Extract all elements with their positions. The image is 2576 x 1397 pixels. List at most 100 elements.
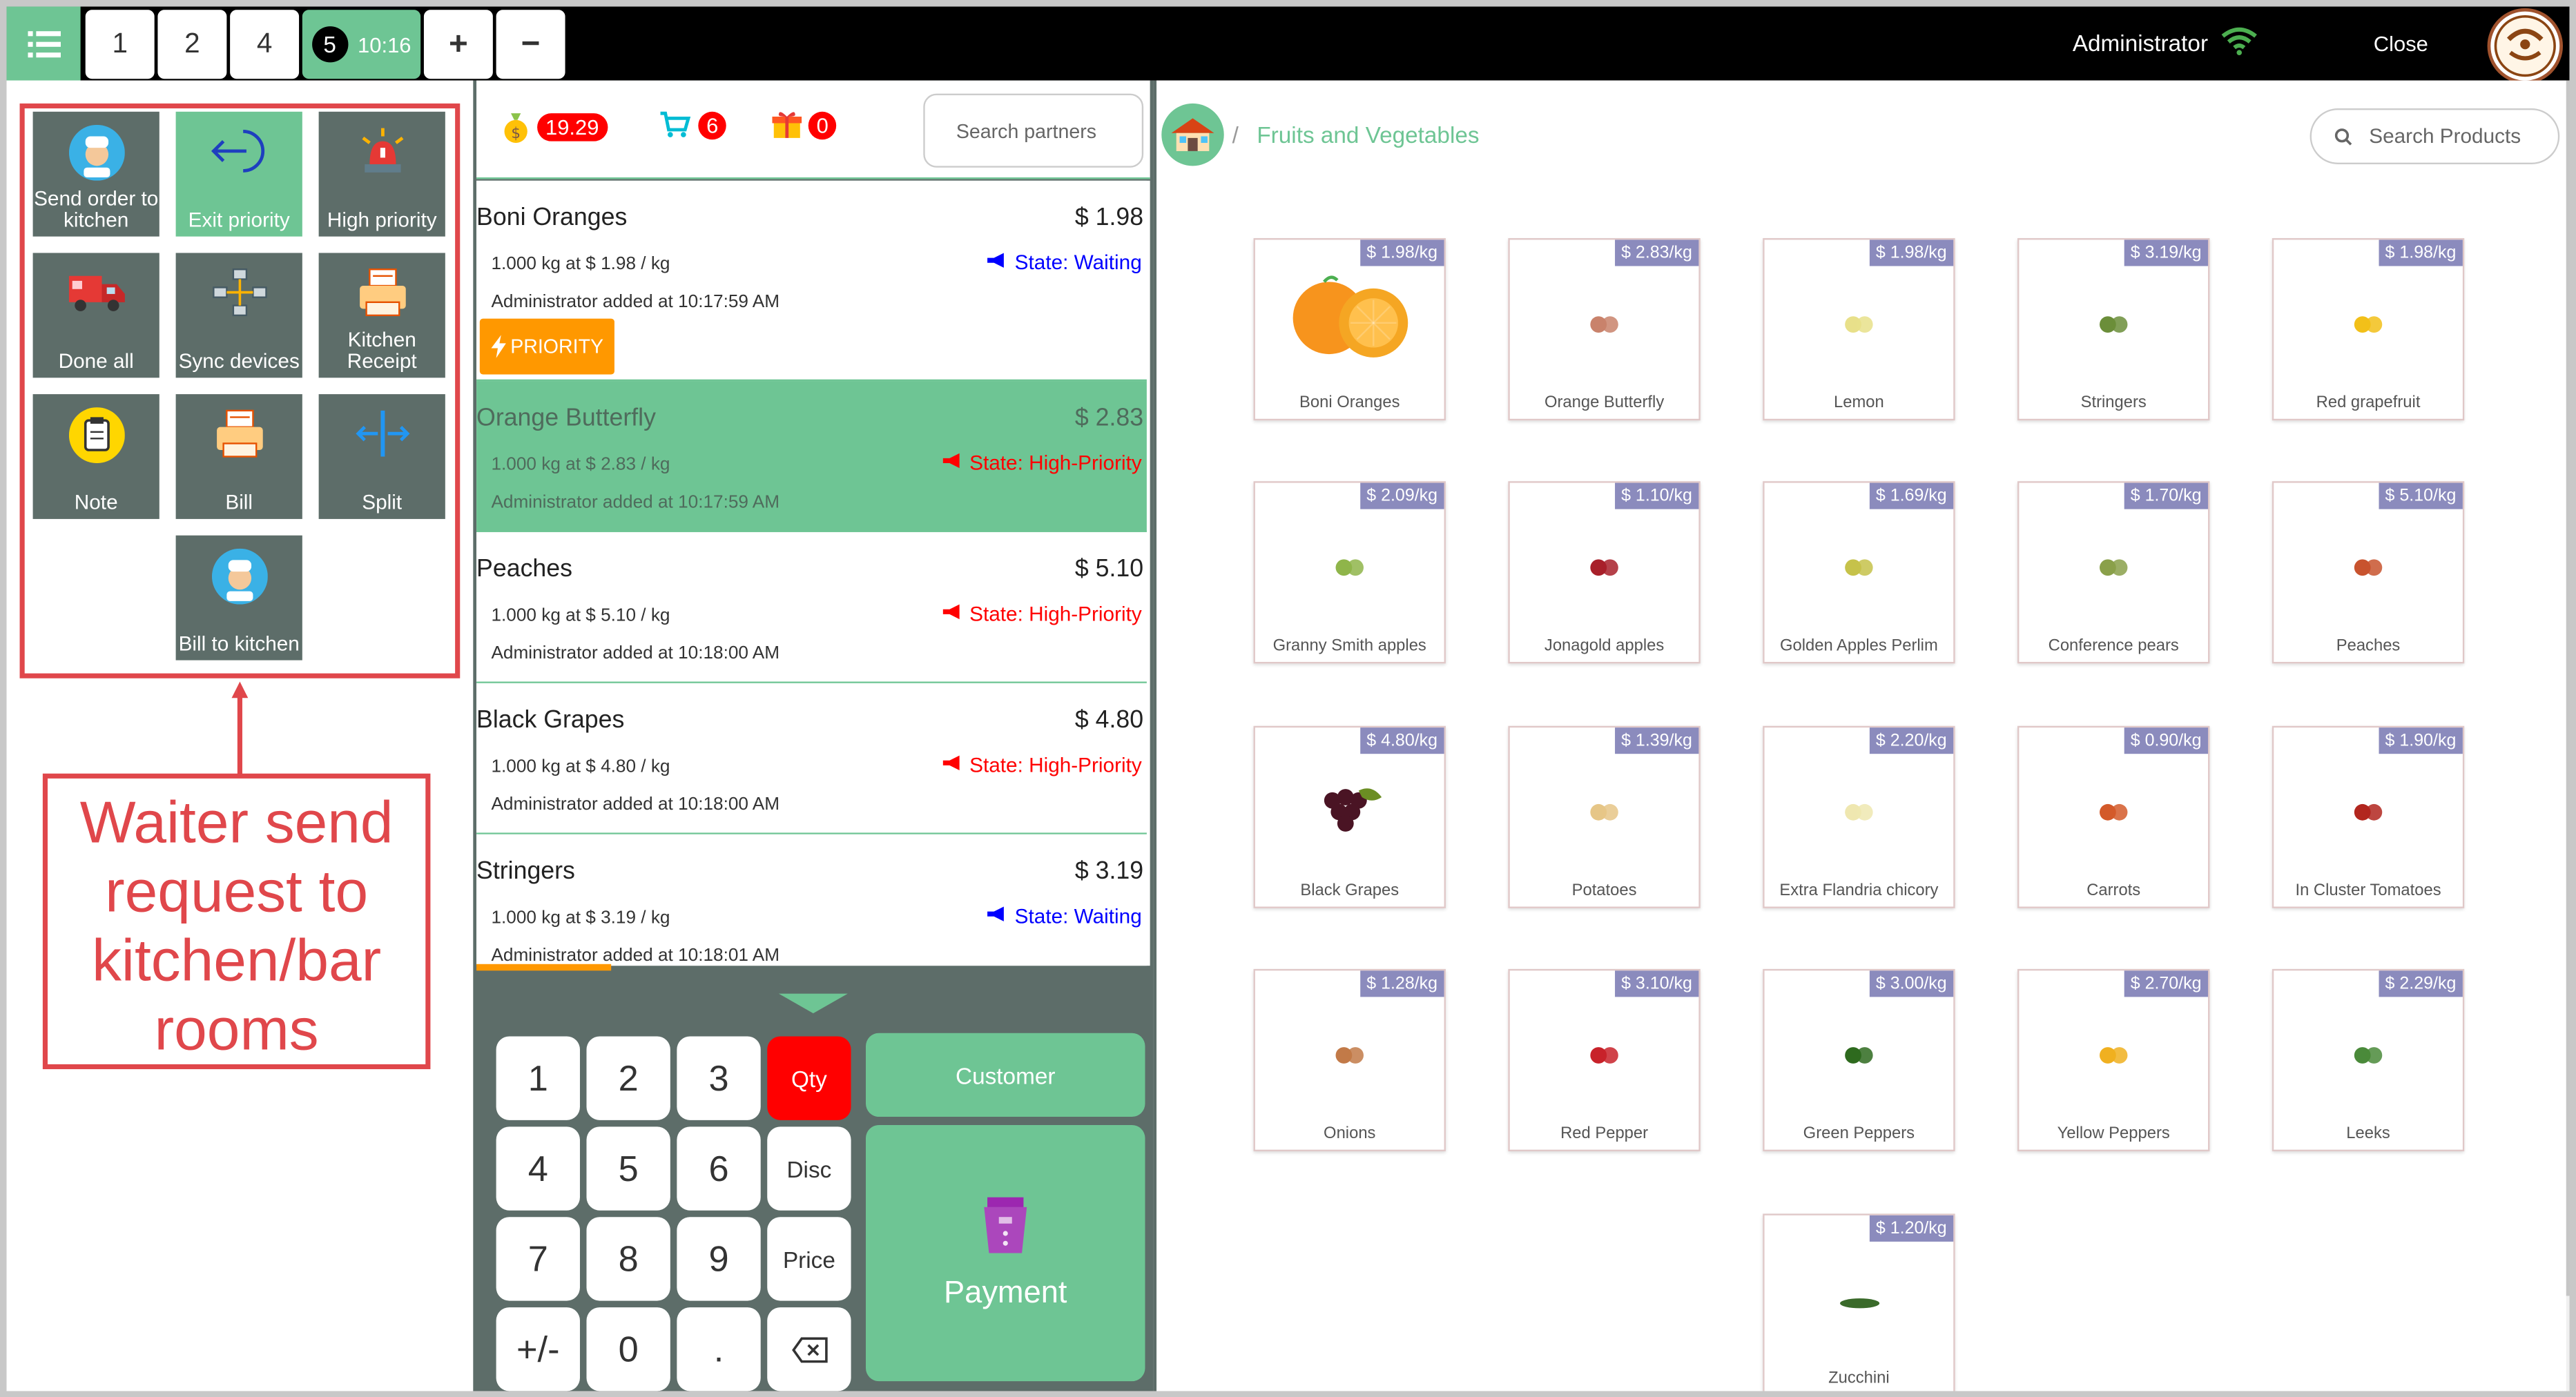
product-image — [1841, 1043, 1877, 1073]
numpad-key-3[interactable]: 3 — [677, 1036, 761, 1120]
kitchen-receipt-button[interactable]: Kitchen Receipt — [318, 253, 445, 378]
search-products-input[interactable]: Search Products — [2309, 108, 2560, 164]
product-price-tag: $ 1.90/kg — [2379, 727, 2463, 754]
numpad-sign-toggle[interactable]: +/- — [496, 1307, 580, 1391]
control-label: Send order to kitchen — [34, 187, 159, 232]
menu-button[interactable] — [6, 6, 81, 81]
product-card[interactable]: $ 1.90/kg In Cluster Tomatoes — [2272, 725, 2465, 908]
order-line[interactable]: Boni Oranges $ 1.98 1.000 kg at $ 1.98 /… — [476, 180, 1147, 382]
numpad-key-5[interactable]: 5 — [586, 1126, 670, 1211]
order-tab-1[interactable]: 1 — [85, 10, 155, 79]
split-button[interactable]: Split — [318, 394, 445, 519]
done-all-button[interactable]: Done all — [32, 253, 159, 378]
product-card[interactable]: $ 1.70/kg Conference pears — [2017, 481, 2210, 664]
product-card[interactable]: $ 2.70/kg Yellow Peppers — [2017, 968, 2210, 1152]
sync-devices-button[interactable]: Sync devices — [175, 253, 302, 378]
send-order-to-kitchen-button[interactable]: Send order to kitchen — [32, 111, 159, 237]
product-card[interactable]: $ 2.09/kg Granny Smith apples — [1253, 481, 1446, 664]
line-quantity: 1.000 kg at $ 2.83 / kg — [491, 455, 670, 475]
line-quantity: 1.000 kg at $ 5.10 / kg — [491, 606, 670, 626]
line-added-by: Administrator added at 10:18:00 AM — [491, 643, 780, 664]
list-menu-icon — [27, 30, 60, 57]
numpad-disc-mode[interactable]: Disc — [767, 1126, 851, 1211]
product-price-tag: $ 3.19/kg — [2124, 240, 2209, 266]
megaphone-icon — [987, 253, 1005, 268]
order-tab-label: 2 — [184, 28, 200, 59]
product-image — [1586, 312, 1622, 342]
exit-priority-button[interactable]: Exit priority — [175, 111, 302, 237]
breadcrumb-category[interactable]: Fruits and Vegetables — [1257, 121, 1479, 148]
product-price-tag: $ 1.69/kg — [1869, 482, 1954, 509]
product-name: Granny Smith apples — [1272, 637, 1426, 656]
bill-button[interactable]: Bill — [175, 394, 302, 519]
product-card[interactable]: $ 1.20/kg Zucchini — [1763, 1213, 1955, 1396]
product-card[interactable]: $ 3.00/kg Green Peppers — [1763, 968, 1955, 1152]
order-total-stat: $ 19.29 — [501, 110, 608, 144]
collapse-arrow-icon[interactable] — [778, 993, 848, 1014]
product-card[interactable]: $ 1.39/kg Potatoes — [1508, 725, 1701, 908]
numpad-key-2[interactable]: 2 — [586, 1036, 670, 1120]
order-tab-2[interactable]: 2 — [157, 10, 227, 79]
product-card[interactable]: $ 1.69/kg Golden Apples Perlim — [1763, 481, 1955, 664]
product-card[interactable]: $ 3.19/kg Stringers — [2017, 238, 2210, 421]
product-image — [1586, 555, 1622, 585]
numpad-backspace[interactable] — [767, 1307, 851, 1391]
product-card[interactable]: $ 2.83/kg Orange Butterfly — [1508, 238, 1701, 421]
priority-button[interactable]: PRIORITY — [479, 318, 614, 375]
product-price-tag: $ 2.20/kg — [1869, 727, 1954, 754]
bill-to-kitchen-button[interactable]: Bill to kitchen — [175, 535, 302, 661]
remove-order-button[interactable]: − — [496, 10, 565, 79]
product-card[interactable]: $ 1.98/kg Boni Oranges — [1253, 238, 1446, 421]
order-tab-time: 10:16 — [358, 32, 411, 57]
numpad-price-mode[interactable]: Price — [767, 1217, 851, 1301]
product-card[interactable]: $ 0.90/kg Carrots — [2017, 725, 2210, 908]
product-card[interactable]: $ 4.80/kg Black Grapes — [1253, 725, 1446, 908]
numpad-qty-mode[interactable]: Qty — [767, 1036, 851, 1120]
order-tab-4[interactable]: 4 — [230, 10, 300, 79]
order-line-selected[interactable]: Orange Butterfly $ 2.83 1.000 kg at $ 2.… — [476, 381, 1147, 532]
home-button[interactable] — [1161, 103, 1224, 166]
note-button[interactable]: Note — [32, 394, 159, 519]
payment-button[interactable]: Payment — [865, 1124, 1145, 1382]
products-scrollbar[interactable] — [2566, 80, 2576, 1395]
product-price-tag: $ 2.09/kg — [1359, 482, 1444, 509]
customer-button[interactable]: Customer — [865, 1033, 1145, 1117]
product-card[interactable]: $ 1.98/kg Red grapefruit — [2272, 238, 2465, 421]
high-priority-button[interactable]: High priority — [318, 111, 445, 237]
bakers-kitchen-logo — [2487, 8, 2564, 84]
product-image — [1287, 271, 1412, 371]
numpad-key-7[interactable]: 7 — [496, 1217, 580, 1301]
product-card[interactable]: $ 2.20/kg Extra Flandria chicory — [1763, 725, 1955, 908]
numpad-key-8[interactable]: 8 — [586, 1217, 670, 1301]
numpad-key-4[interactable]: 4 — [496, 1126, 580, 1211]
product-card[interactable]: $ 1.10/kg Jonagold apples — [1508, 481, 1701, 664]
product-name: Stringers — [2080, 394, 2147, 413]
line-state: State: High-Priority — [941, 754, 1142, 777]
scrollbar-thumb[interactable] — [2566, 80, 2576, 1296]
numpad-key-1[interactable]: 1 — [496, 1036, 580, 1120]
numpad-decimal[interactable]: . — [677, 1307, 761, 1391]
product-card[interactable]: $ 1.98/kg Lemon — [1763, 238, 1955, 421]
user-name[interactable]: Administrator — [2073, 30, 2208, 56]
product-price-tag: $ 1.98/kg — [1359, 240, 1444, 266]
product-price-tag: $ 2.83/kg — [1614, 240, 1699, 266]
product-card[interactable]: $ 2.29/kg Leeks — [2272, 968, 2465, 1152]
order-line[interactable]: Black Grapes $ 4.80 1.000 kg at $ 4.80 /… — [476, 683, 1147, 834]
search-partners-input[interactable]: Search partners — [923, 93, 1144, 168]
control-label: Sync devices — [178, 349, 300, 373]
product-card[interactable]: $ 3.10/kg Red Pepper — [1508, 968, 1701, 1152]
close-button[interactable]: Close — [2374, 31, 2428, 56]
order-line[interactable]: Stringers $ 3.19 1.000 kg at $ 3.19 / kg… — [476, 834, 1147, 966]
numpad-key-9[interactable]: 9 — [677, 1217, 761, 1301]
add-order-button[interactable]: + — [423, 10, 493, 79]
product-price-tag: $ 3.00/kg — [1869, 970, 1954, 997]
product-card[interactable]: $ 1.28/kg Onions — [1253, 968, 1446, 1152]
product-price-tag: $ 5.10/kg — [2379, 482, 2463, 509]
product-card[interactable]: $ 5.10/kg Peaches — [2272, 481, 2465, 664]
order-line[interactable]: Peaches $ 5.10 1.000 kg at $ 5.10 / kg S… — [476, 531, 1147, 683]
numpad-key-0[interactable]: 0 — [586, 1307, 670, 1391]
top-bar: 1 2 4 5 10:16 + − Administrator Close — [6, 6, 2570, 84]
numpad-key-6[interactable]: 6 — [677, 1126, 761, 1211]
line-price: $ 5.10 — [1074, 555, 1144, 583]
order-tab-5[interactable]: 5 10:16 — [302, 10, 421, 79]
